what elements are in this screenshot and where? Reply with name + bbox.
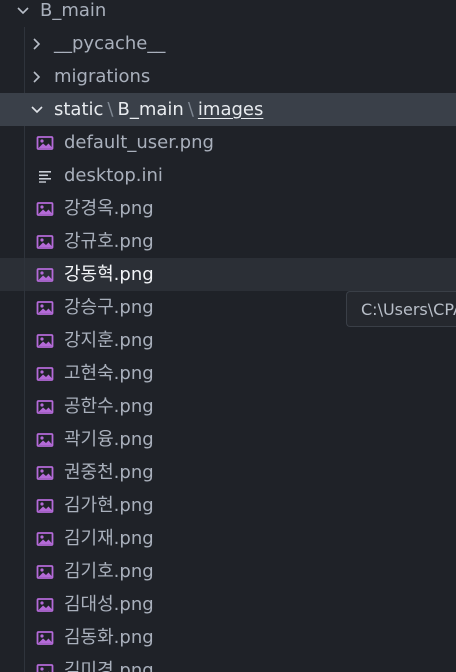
image-file-icon	[36, 629, 54, 647]
file-label: 김기재.png	[64, 528, 154, 549]
folder-label: B_main	[40, 0, 107, 21]
indent-guide	[24, 555, 25, 588]
folder-label: migrations	[54, 66, 151, 87]
indent-guide	[24, 192, 25, 225]
chevron-right-icon	[30, 37, 44, 51]
file-label: 김가현.png	[64, 495, 154, 516]
image-file-icon	[36, 365, 54, 383]
file-item[interactable]: 김미경.png	[0, 654, 456, 672]
file-item[interactable]: 강동혁.png	[0, 258, 456, 291]
folder-label: __pycache__	[54, 33, 166, 54]
file-item[interactable]: 곽기융.png	[0, 423, 456, 456]
file-item[interactable]: desktop.ini	[0, 159, 456, 192]
file-label: 권중천.png	[64, 462, 154, 483]
chevron-down-icon	[16, 4, 30, 18]
image-file-icon	[36, 266, 54, 284]
file-label: 김기호.png	[64, 561, 154, 582]
file-item[interactable]: 김대성.png	[0, 588, 456, 621]
file-label: desktop.ini	[64, 165, 163, 186]
file-label: 강경옥.png	[64, 198, 154, 219]
path-separator: \	[187, 99, 194, 120]
file-item[interactable]: 김기호.png	[0, 555, 456, 588]
file-label: default_user.png	[64, 132, 214, 153]
file-item[interactable]: default_user.png	[0, 126, 456, 159]
indent-guide	[24, 225, 25, 258]
path-tooltip: C:\Users\CPA	[346, 291, 456, 327]
file-label: 강규호.png	[64, 231, 154, 252]
indent-guide	[24, 357, 25, 390]
image-file-icon	[36, 662, 54, 672]
image-file-icon	[36, 332, 54, 350]
file-item[interactable]: 김기재.png	[0, 522, 456, 555]
folder-pycache[interactable]: __pycache__	[0, 27, 456, 60]
image-file-icon	[36, 530, 54, 548]
file-label: 김미경.png	[64, 660, 154, 672]
file-label: 강승구.png	[64, 297, 154, 318]
indent-guide	[24, 159, 25, 192]
file-explorer: B_main __pycache__ migrations static \ B…	[0, 0, 456, 672]
indent-guide	[24, 27, 25, 60]
tooltip-text: C:\Users\CPA	[361, 299, 456, 319]
indent-guide	[24, 60, 25, 93]
image-file-icon	[36, 563, 54, 581]
indent-guide	[24, 324, 25, 357]
file-label: 공한수.png	[64, 396, 154, 417]
compact-folder-path: static \ B_main \ images	[54, 93, 263, 126]
file-label: 곽기융.png	[64, 429, 154, 450]
chevron-right-icon	[30, 70, 44, 84]
file-item[interactable]: 강지훈.png	[0, 324, 456, 357]
folder-migrations[interactable]: migrations	[0, 60, 456, 93]
folder-b-main[interactable]: B_main	[0, 0, 456, 27]
path-segment-images[interactable]: images	[198, 93, 263, 126]
image-file-icon	[36, 398, 54, 416]
folder-static-b-main-images[interactable]: static \ B_main \ images	[0, 93, 456, 126]
file-item[interactable]: 공한수.png	[0, 390, 456, 423]
image-file-icon	[36, 233, 54, 251]
image-file-icon	[36, 134, 54, 152]
indent-guide	[24, 489, 25, 522]
file-label: 김동화.png	[64, 627, 154, 648]
indent-guide	[24, 423, 25, 456]
path-segment-b-main[interactable]: B_main	[118, 93, 184, 126]
indent-guide	[24, 126, 25, 159]
file-item[interactable]: 김가현.png	[0, 489, 456, 522]
text-file-icon	[36, 167, 54, 185]
file-label: 고현숙.png	[64, 363, 154, 384]
indent-guide	[24, 456, 25, 489]
file-item[interactable]: 권중천.png	[0, 456, 456, 489]
file-label: 강동혁.png	[64, 264, 154, 285]
path-segment-static[interactable]: static	[54, 93, 103, 126]
file-label: 강지훈.png	[64, 330, 154, 351]
indent-guide	[24, 390, 25, 423]
image-file-icon	[36, 299, 54, 317]
image-file-icon	[36, 464, 54, 482]
indent-guide	[24, 522, 25, 555]
indent-guide	[24, 654, 25, 672]
indent-guide	[24, 258, 25, 291]
image-file-icon	[36, 431, 54, 449]
file-item[interactable]: 강경옥.png	[0, 192, 456, 225]
file-item[interactable]: 고현숙.png	[0, 357, 456, 390]
file-item[interactable]: 강규호.png	[0, 225, 456, 258]
file-item[interactable]: 김동화.png	[0, 621, 456, 654]
image-file-icon	[36, 200, 54, 218]
image-file-icon	[36, 596, 54, 614]
path-separator: \	[107, 99, 114, 120]
indent-guide	[24, 291, 25, 324]
chevron-down-icon	[30, 103, 44, 117]
indent-guide	[24, 588, 25, 621]
image-file-icon	[36, 497, 54, 515]
file-label: 김대성.png	[64, 594, 154, 615]
indent-guide	[24, 621, 25, 654]
